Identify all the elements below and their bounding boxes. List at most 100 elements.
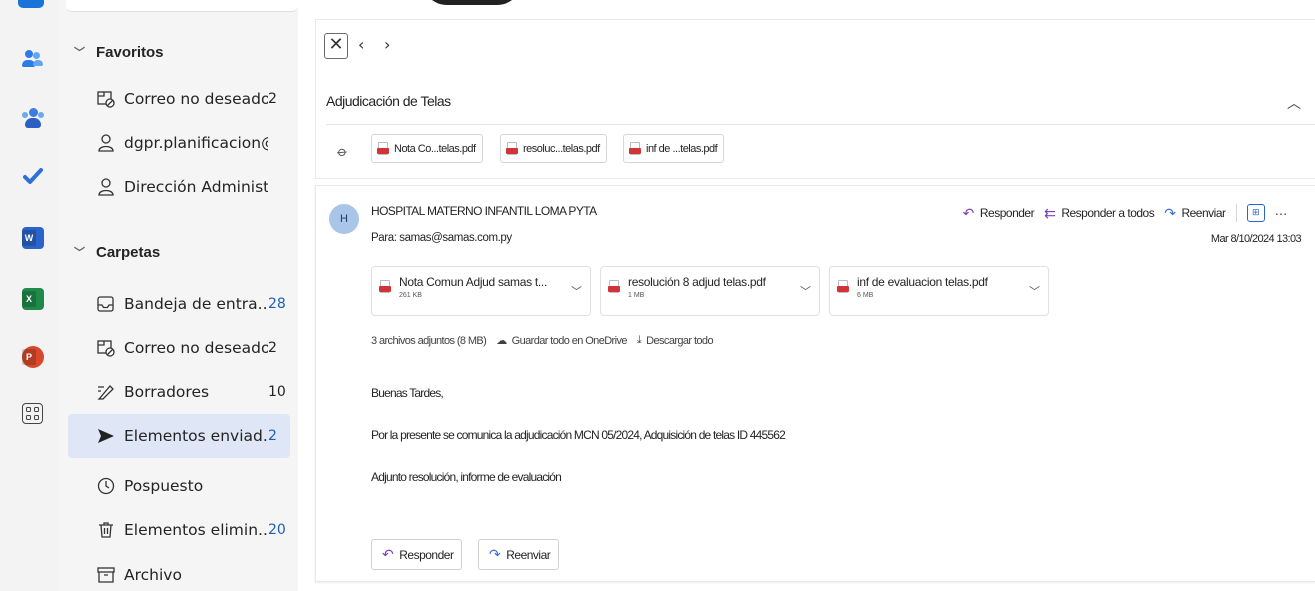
- sender-name[interactable]: HOSPITAL MATERNO INFANTIL LOMA PYTA: [371, 204, 597, 218]
- reply-all-button[interactable]: ⇇ Responder a todos: [1044, 204, 1155, 222]
- more-apps-icon[interactable]: [22, 403, 43, 424]
- folder-label: Bandeja de entra...: [124, 295, 268, 313]
- forward-button[interactable]: ↷ Reenviar: [1164, 205, 1226, 222]
- folder-drafts[interactable]: Borradores 10: [68, 370, 290, 414]
- body-greeting: Buenas Tardes,: [371, 386, 444, 400]
- junk-icon: [96, 89, 118, 109]
- download-all-label: Descargar todo: [646, 334, 713, 347]
- previous-icon[interactable]: ‹: [358, 35, 364, 54]
- avatar[interactable]: H: [329, 204, 359, 234]
- reply-icon: ↶: [382, 546, 394, 562]
- attachment-card[interactable]: inf de evaluacion telas.pdf 6 MB ﹀: [829, 266, 1049, 316]
- todo-icon[interactable]: [22, 165, 44, 187]
- next-icon[interactable]: ›: [384, 35, 390, 54]
- powerpoint-icon[interactable]: P: [22, 346, 44, 368]
- reply-label: Responder: [979, 206, 1035, 220]
- body-paragraph: Por la presente se comunica la adjudicac…: [371, 428, 786, 442]
- attachment-size: 261 KB: [399, 292, 422, 299]
- fav-item-junk[interactable]: Correo no deseado 2: [68, 77, 290, 121]
- pdf-icon: [506, 141, 518, 156]
- attachment-card[interactable]: resolución 8 adjud telas.pdf 1 MB ﹀: [600, 266, 820, 316]
- forward-label: Reenviar: [1181, 206, 1226, 220]
- body-paragraph: Adjunto resolución, informe de evaluació…: [371, 470, 562, 484]
- groups-icon[interactable]: [22, 108, 44, 130]
- reading-pane: ✕ ‹ › Adjudicación de Telas ︿ ⌀ Nota Co.…: [315, 19, 1315, 591]
- excel-letter: X: [22, 291, 36, 307]
- attachment-chip[interactable]: resoluc...telas.pdf: [500, 134, 607, 163]
- attachment-chip-name: resoluc...telas.pdf: [523, 142, 600, 155]
- reply-all-icon: ⇇: [1044, 204, 1056, 221]
- pdf-icon: [629, 141, 641, 156]
- footer-reply-label: Responder: [399, 547, 454, 562]
- fav-item-count: 2: [268, 91, 277, 107]
- folder-snoozed[interactable]: Pospuesto: [68, 464, 290, 508]
- folders-title: Carpetas: [96, 243, 161, 261]
- chevron-down-icon[interactable]: ﹀: [571, 283, 582, 299]
- attachments-count: 3 archivos adjuntos (8 MB): [371, 334, 487, 347]
- folder-sent[interactable]: Elementos enviad... 2: [68, 414, 290, 458]
- folder-pane: ﹀ Favoritos Correo no deseado 2 dgpr.pla…: [58, 0, 298, 591]
- inbox-icon: [96, 294, 118, 314]
- folder-junk[interactable]: Correo no deseado 2: [68, 326, 290, 370]
- favorites-header[interactable]: ﹀ Favoritos: [74, 40, 164, 64]
- message-card: H HOSPITAL MATERNO INFANTIL LOMA PYTA Pa…: [315, 185, 1315, 582]
- pdf-icon: [379, 280, 391, 294]
- sent-icon: [96, 426, 118, 446]
- folder-inbox[interactable]: Bandeja de entra... 28: [68, 282, 290, 326]
- recipient-line: Para: samas@samas.com.py: [371, 232, 512, 244]
- folder-label: Correo no deseado: [124, 339, 268, 357]
- chevron-up-icon[interactable]: ︿: [1287, 93, 1301, 113]
- chevron-down-icon: ﹀: [74, 47, 85, 59]
- favorites-title: Favoritos: [96, 43, 164, 61]
- folder-label: Elementos elimin...: [124, 521, 268, 539]
- folder-count: 28: [268, 296, 286, 312]
- attachments-summary: 3 archivos adjuntos (8 MB) ☁ Guardar tod…: [371, 334, 714, 348]
- reply-icon: ↶: [962, 204, 975, 221]
- ppt-letter: P: [22, 349, 36, 365]
- word-icon[interactable]: W: [22, 227, 44, 249]
- download-icon: ⤓: [636, 334, 642, 346]
- download-all-link[interactable]: ⤓ Descargar todo: [636, 334, 714, 347]
- fav-item-label: Correo no deseado: [124, 90, 268, 108]
- attachment-chip[interactable]: inf de ...telas.pdf: [623, 134, 725, 163]
- folder-label: Borradores: [124, 383, 210, 401]
- attachment-chip[interactable]: Nota Co...telas.pdf: [371, 134, 483, 163]
- folder-count: 2: [268, 428, 277, 444]
- attachment-name: resolución 8 adjud telas.pdf: [628, 275, 766, 289]
- folder-count: 20: [268, 522, 286, 538]
- folder-count: 10: [268, 384, 286, 400]
- pdf-icon: [837, 280, 849, 294]
- pdf-icon: [608, 280, 620, 294]
- divider: [326, 124, 1315, 125]
- attachment-name: inf de evaluacion telas.pdf: [857, 275, 988, 289]
- message-date: Mar 8/10/2024 13:03: [1210, 233, 1302, 245]
- apps-icon[interactable]: ⊞: [1246, 204, 1265, 222]
- mail-icon[interactable]: [18, 0, 44, 8]
- attachment-size: 6 MB: [857, 292, 874, 299]
- fav-item-label: dgpr.planificacion@g...: [124, 134, 268, 152]
- folders-header[interactable]: ﹀ Carpetas: [74, 240, 160, 264]
- app-rail: W X P: [0, 0, 58, 591]
- reply-button[interactable]: ↶ Responder: [962, 204, 1035, 222]
- save-onedrive-link[interactable]: ☁ Guardar todo en OneDrive: [496, 334, 627, 348]
- paperclip-icon: ⌀: [333, 143, 351, 161]
- footer-forward-label: Reenviar: [506, 547, 551, 562]
- attachment-chip-name: Nota Co...telas.pdf: [394, 142, 476, 155]
- more-icon[interactable]: ···: [1275, 205, 1288, 221]
- drafts-icon: [96, 382, 118, 402]
- attachment-card[interactable]: Nota Comun Adjud samas t... 261 KB ﹀: [371, 266, 591, 316]
- fav-item-dgpr[interactable]: dgpr.planificacion@g...: [68, 121, 290, 165]
- chevron-down-icon[interactable]: ﹀: [1029, 283, 1040, 299]
- excel-icon[interactable]: X: [22, 288, 44, 310]
- folder-deleted[interactable]: Elementos elimin... 20: [68, 508, 290, 552]
- conversation-header: ✕ ‹ › Adjudicación de Telas ︿ ⌀ Nota Co.…: [315, 19, 1315, 179]
- close-icon[interactable]: ✕: [324, 33, 348, 59]
- people-icon[interactable]: [22, 49, 44, 71]
- clock-icon: [96, 476, 118, 496]
- fav-item-direccion[interactable]: Dirección Administrat...: [68, 165, 290, 209]
- footer-forward-button[interactable]: ↷ Reenviar: [478, 539, 560, 570]
- chevron-down-icon[interactable]: ﹀: [800, 283, 811, 299]
- folder-archive[interactable]: Archivo: [68, 553, 290, 591]
- word-letter: W: [22, 230, 36, 246]
- footer-reply-button[interactable]: ↶ Responder: [371, 539, 463, 570]
